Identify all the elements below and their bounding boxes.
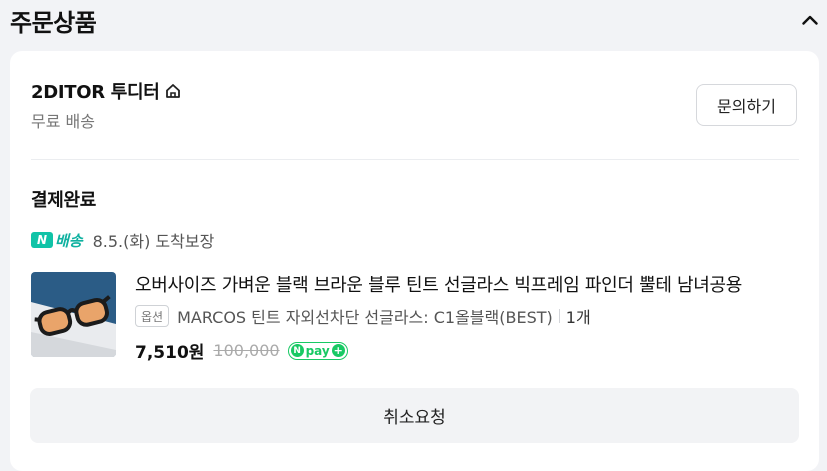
delivery-badge-label: 배송 — [55, 231, 83, 250]
seller-name-text[interactable]: 2DITOR 투디터 — [31, 78, 160, 104]
order-status: 결제완료 — [31, 190, 97, 211]
cancel-request-button[interactable]: 취소요청 — [30, 388, 799, 443]
chevron-up-icon[interactable] — [799, 9, 821, 31]
order-items-header: 주문상품 — [0, 0, 827, 44]
price-row: 7,510원 100,000 N pay + — [135, 338, 348, 363]
product-option: 옵션 MARCOS 틴트 자외선차단 선글라스: C1올블랙(BEST) 1개 — [135, 304, 591, 328]
home-icon[interactable] — [164, 82, 182, 100]
npay-label: pay — [305, 343, 330, 358]
sale-price: 7,510원 — [135, 343, 205, 363]
npay-plus-badge: N pay + — [287, 341, 348, 360]
seller-name[interactable]: 2DITOR 투디터 — [31, 78, 182, 104]
plus-icon: + — [331, 344, 345, 357]
shipping-info: 무료 배송 — [31, 112, 95, 131]
divider — [31, 159, 799, 160]
product-name[interactable]: 오버사이즈 가벼운 블랙 브라운 블루 틴트 선글라스 빅프레임 파인더 뿔테 … — [135, 271, 801, 297]
quantity: 1개 — [565, 308, 591, 327]
inquiry-button[interactable]: 문의하기 — [696, 84, 797, 126]
section-title: 주문상품 — [10, 9, 97, 37]
separator — [558, 309, 560, 323]
delivery-guarantee: N 배송 8.5.(화) 도착보장 — [31, 228, 214, 252]
n-delivery-icon: N — [31, 232, 53, 248]
order-card: 2DITOR 투디터 무료 배송 문의하기 결제완료 N 배송 8.5.(화) … — [10, 51, 819, 471]
option-tag: 옵션 — [135, 305, 170, 327]
npay-delivery-badge: N 배송 — [31, 230, 83, 251]
delivery-date: 8.5.(화) 도착보장 — [92, 232, 215, 251]
product-thumbnail[interactable] — [31, 272, 116, 357]
npay-n-icon: N — [290, 344, 304, 357]
option-text: MARCOS 틴트 자외선차단 선글라스: C1올블랙(BEST) — [177, 308, 553, 327]
original-price: 100,000 — [213, 341, 280, 360]
